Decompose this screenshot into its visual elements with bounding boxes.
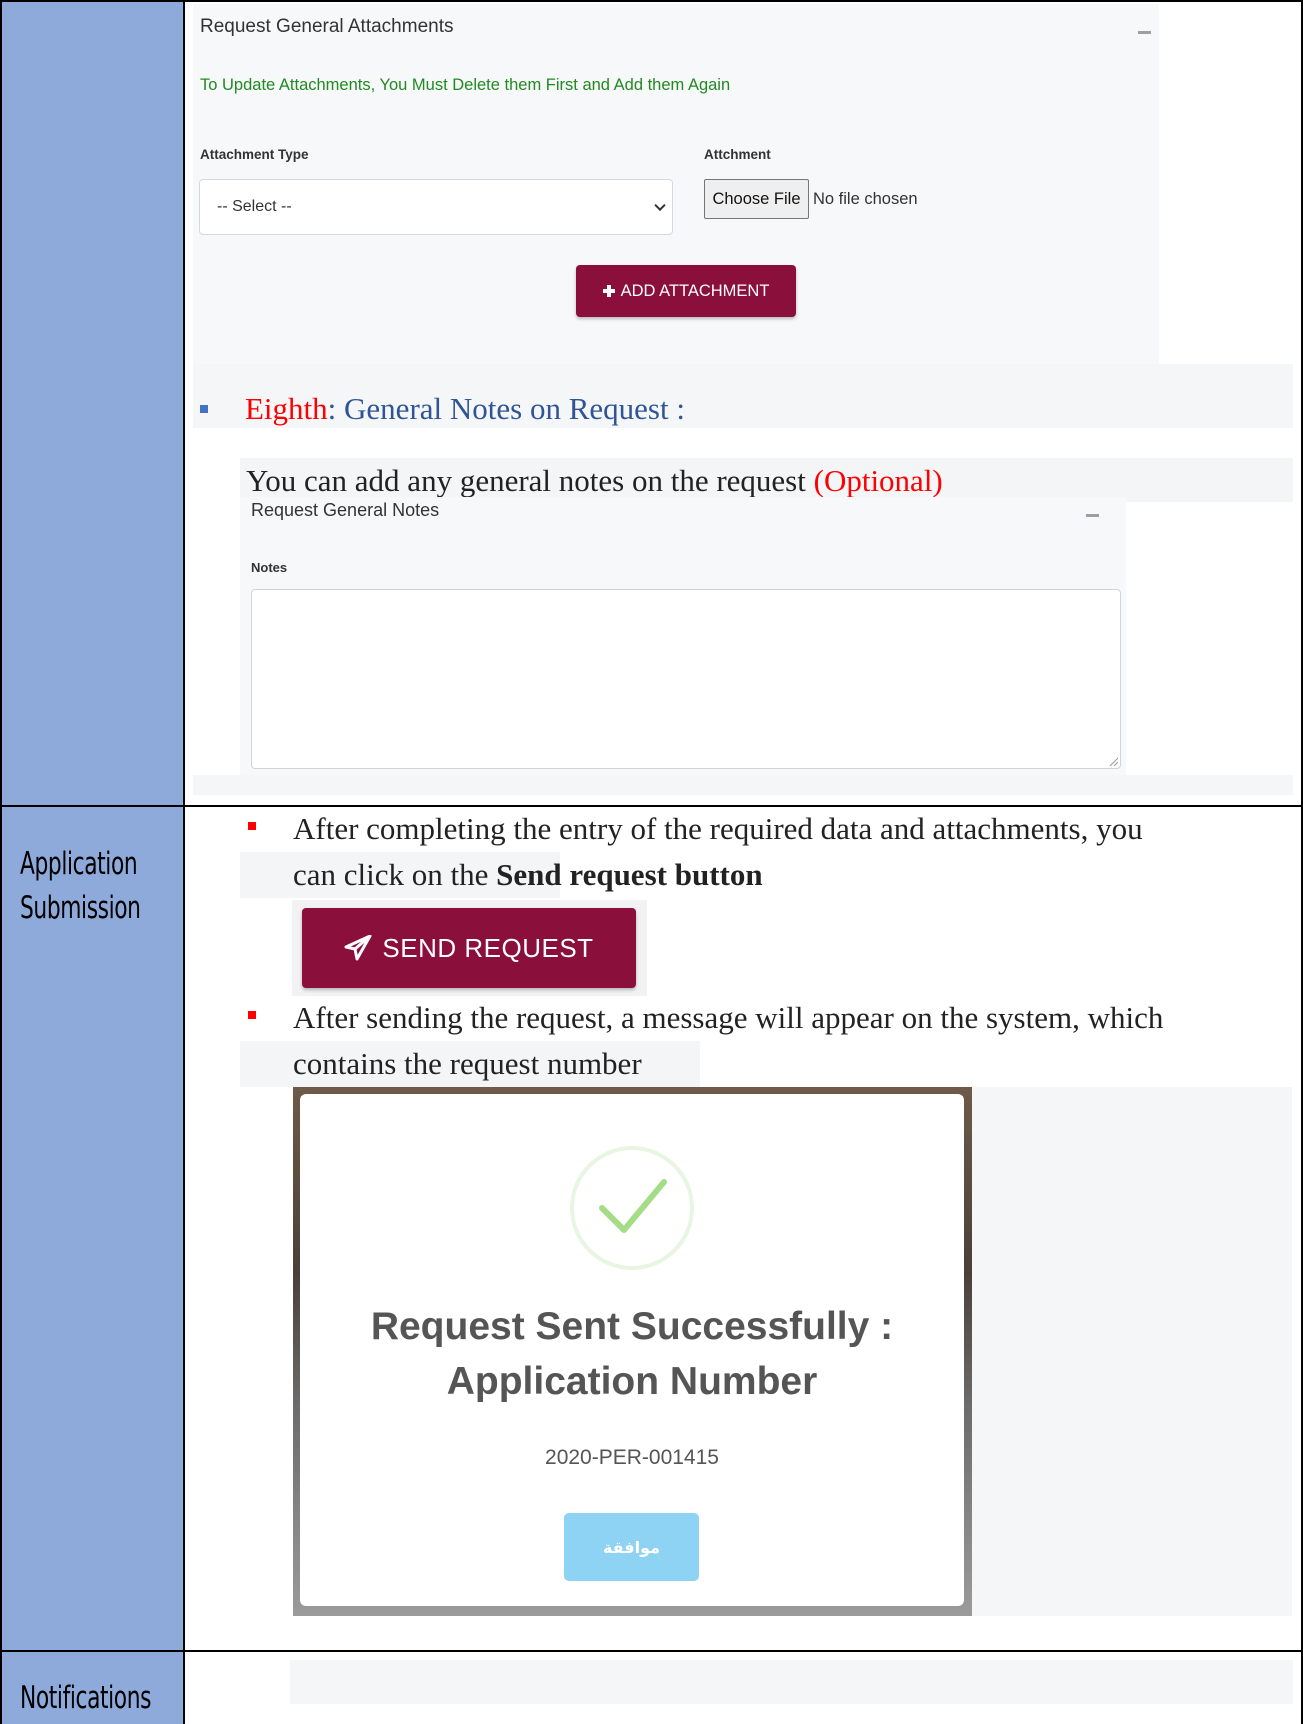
notifications-band	[290, 1660, 1293, 1704]
modal-side-band	[972, 1087, 1292, 1616]
section-eighth-title: : General Notes on Request :	[327, 391, 685, 426]
notes-panel-title: Request General Notes	[251, 500, 440, 520]
success-modal: Request Sent Successfully : Application …	[300, 1094, 964, 1606]
collapse-icon[interactable]	[1086, 514, 1099, 517]
resize-handle-icon[interactable]	[1108, 756, 1118, 766]
ok-button[interactable]: موافقة	[564, 1513, 699, 1581]
row-label-application: Application	[20, 846, 138, 882]
application-number: 2020-PER-001415	[545, 1446, 719, 1469]
modal-title-line2: Application Number	[446, 1360, 818, 1403]
submission-step1-line2: can click on the Send request button	[293, 852, 763, 898]
notes-label: Notes	[251, 560, 288, 575]
attachment-type-label: Attachment Type	[200, 147, 309, 162]
send-request-label: SEND REQUEST	[382, 932, 594, 963]
add-attachment-button[interactable]: ADD ATTACHMENT	[576, 265, 796, 317]
attachment-type-select[interactable]: -- Select --	[199, 179, 673, 235]
submission-step2-line2: contains the request number	[293, 1046, 642, 1081]
plus-icon	[602, 285, 615, 297]
attachment-type-selected-value: -- Select --	[217, 198, 292, 215]
submission-step1-text: can click on the	[293, 857, 489, 892]
attachments-update-note: To Update Attachments, You Must Delete t…	[200, 76, 731, 94]
notes-description-text: You can add any general notes on the req…	[246, 463, 806, 498]
send-request-button[interactable]: SEND REQUEST	[302, 908, 636, 988]
row-label-submission: Submission	[20, 890, 141, 926]
submission-step1-line1: After completing the entry of the requir…	[293, 811, 1143, 846]
file-status-text: No file chosen	[813, 190, 918, 208]
bullet-icon	[200, 405, 208, 413]
choose-file-button[interactable]: Choose File	[704, 179, 809, 219]
modal-title-line1: Request Sent Successfully :	[370, 1305, 894, 1348]
notes-textarea[interactable]	[251, 589, 1121, 769]
chevron-down-icon	[654, 199, 666, 212]
table-row-separator	[0, 1650, 1303, 1652]
paper-plane-icon	[344, 935, 372, 961]
table-border-divider	[183, 0, 185, 1724]
attachment-file-label: Attchment	[704, 147, 771, 162]
bullet-icon	[248, 822, 256, 830]
submission-step1-bold: Send request button	[496, 857, 763, 892]
table-border-top	[0, 0, 1303, 2]
check-icon	[599, 1179, 667, 1233]
section-eighth-prefix: Eighth	[245, 391, 328, 426]
row-label-notifications: Notifications	[20, 1680, 152, 1716]
notes-optional-tag: (Optional)	[813, 463, 943, 498]
attachments-panel-title: Request General Attachments	[200, 16, 454, 37]
collapse-icon[interactable]	[1138, 31, 1151, 34]
section-eighth-heading: Eighth: General Notes on Request :	[245, 386, 685, 432]
notes-panel-footer	[193, 775, 1293, 795]
submission-step2-line1: After sending the request, a message wil…	[293, 1000, 1164, 1035]
add-attachment-label: ADD ATTACHMENT	[620, 281, 770, 300]
bullet-icon	[248, 1011, 256, 1019]
table-border-left	[0, 0, 2, 1724]
